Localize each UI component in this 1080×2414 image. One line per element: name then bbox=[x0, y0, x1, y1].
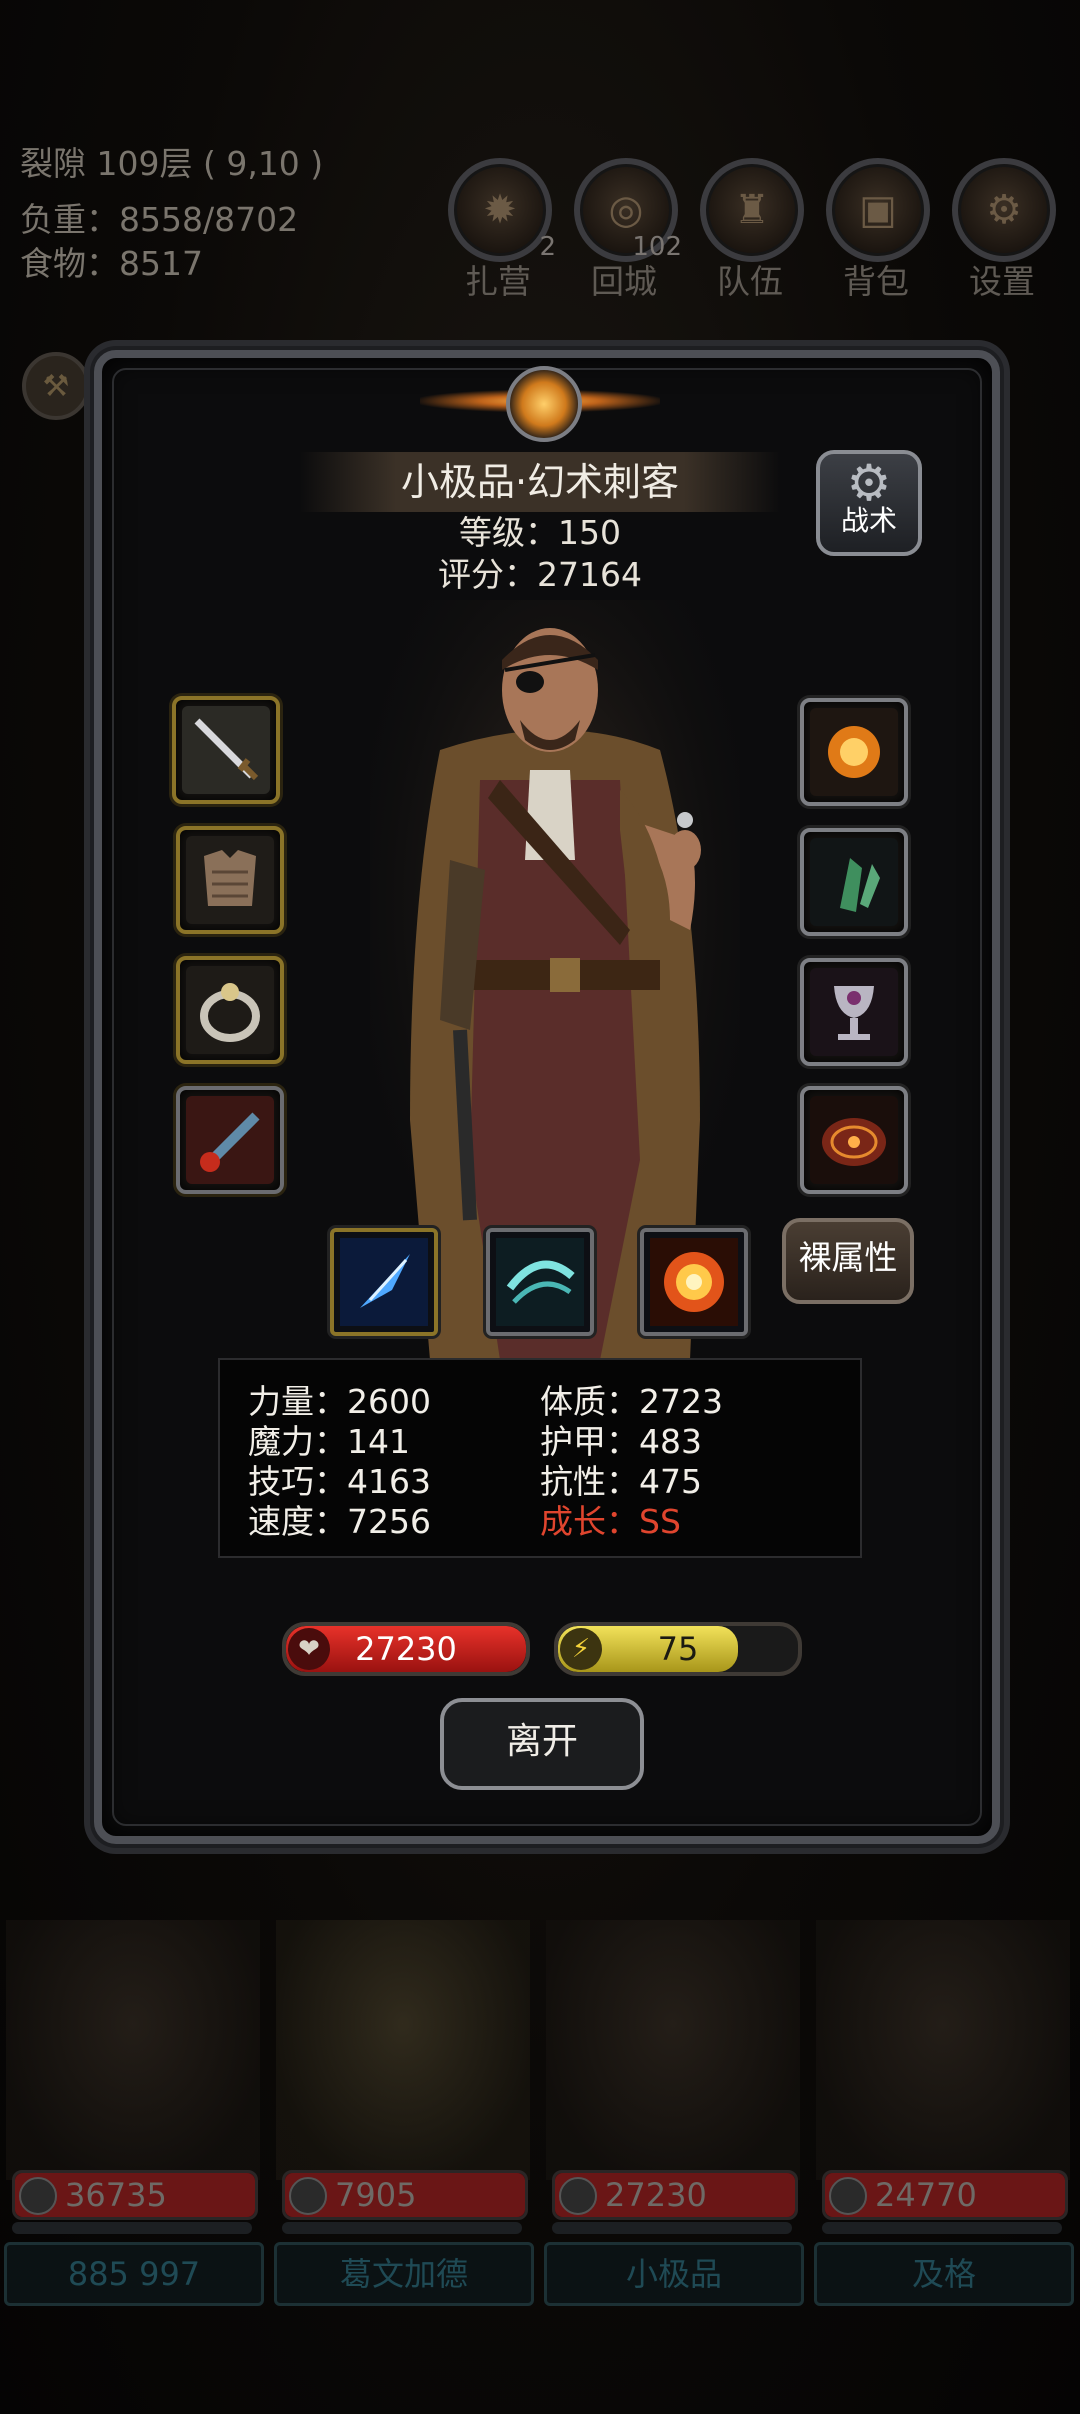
member-portrait bbox=[276, 1920, 530, 2180]
party-roster: 36735 885 997 7905 葛文加德 27230 小极品 24770 … bbox=[0, 1920, 1080, 2320]
armor-icon bbox=[186, 836, 274, 924]
settings-button[interactable]: ⚙ 设置 bbox=[952, 158, 1056, 302]
base-attributes-button[interactable]: 裸属性 bbox=[782, 1218, 914, 1304]
member-portrait bbox=[6, 1920, 260, 2180]
hp-bar: ❤ 27230 bbox=[282, 1622, 530, 1676]
hero-title: 小极品·幻术刺客 bbox=[300, 452, 780, 512]
sword-badge-icon bbox=[559, 2177, 597, 2215]
member-portrait bbox=[816, 1920, 1070, 2180]
backpack-button[interactable]: ▣ 背包 bbox=[826, 158, 930, 302]
sword-icon bbox=[182, 706, 270, 794]
member-hp-bar: 36735 bbox=[12, 2170, 258, 2220]
skill-slot-3[interactable] bbox=[640, 1228, 748, 1336]
camp-button[interactable]: ✹ 2 扎营 bbox=[448, 158, 556, 302]
member-hp-value: 27230 bbox=[605, 2176, 707, 2214]
member-hp-bar: 27230 bbox=[552, 2170, 798, 2220]
settings-label: 设置 bbox=[969, 262, 1035, 301]
skill-slot-2[interactable] bbox=[486, 1228, 594, 1336]
skill-slot-1[interactable] bbox=[330, 1228, 438, 1336]
stat-armor: 护甲：483 bbox=[540, 1422, 702, 1461]
stat-resistance: 抗性：475 bbox=[540, 1462, 702, 1501]
backpack-icon: ▣ bbox=[859, 187, 897, 233]
party-member-card[interactable]: 36735 885 997 bbox=[2, 1920, 264, 2310]
member-exp-bar bbox=[552, 2222, 792, 2234]
crystal-icon bbox=[810, 838, 898, 926]
sword-badge-icon bbox=[19, 2177, 57, 2215]
member-exp-bar bbox=[822, 2222, 1062, 2234]
energy-bar: ⚡ 75 bbox=[554, 1622, 802, 1676]
member-exp-bar bbox=[282, 2222, 522, 2234]
equip-slot-armor[interactable] bbox=[176, 826, 284, 934]
member-hp-value: 7905 bbox=[335, 2176, 417, 2214]
fire-orb-icon bbox=[810, 708, 898, 796]
equip-slot-trinket[interactable] bbox=[176, 1086, 284, 1194]
top-menu: ✹ 2 扎营 ◎ 102 回城 ♜ 队伍 ▣ 背包 ⚙ 设置 bbox=[448, 158, 1068, 301]
equip-slot-accessory-4[interactable] bbox=[800, 1086, 908, 1194]
member-name: 葛文加德 bbox=[274, 2242, 534, 2306]
hammer-icon[interactable]: ⚒ bbox=[22, 352, 90, 420]
stat-strength: 力量：2600 bbox=[248, 1382, 431, 1421]
stat-skill: 技巧：4163 bbox=[248, 1462, 431, 1501]
member-hp-bar: 7905 bbox=[282, 2170, 528, 2220]
ice-shard-skill-icon bbox=[340, 1238, 428, 1326]
chalice-icon bbox=[810, 968, 898, 1056]
member-name: 及格 bbox=[814, 2242, 1074, 2306]
wand-icon bbox=[186, 1096, 274, 1184]
lightning-icon: ⚡ bbox=[560, 1628, 602, 1670]
member-name: 小极品 bbox=[544, 2242, 804, 2306]
hero-level: 等级：150 bbox=[459, 513, 621, 552]
backpack-label: 背包 bbox=[843, 262, 909, 301]
member-hp-value: 24770 bbox=[875, 2176, 977, 2214]
stat-speed: 速度：7256 bbox=[248, 1502, 431, 1541]
panel-crest bbox=[420, 362, 660, 442]
member-hp-bar: 24770 bbox=[822, 2170, 1068, 2220]
ring-icon bbox=[186, 966, 274, 1054]
stat-magic: 魔力：141 bbox=[248, 1422, 410, 1461]
tactics-label: 战术 bbox=[840, 504, 897, 537]
sword-badge-icon bbox=[829, 2177, 867, 2215]
rift-status: 裂隙 109层 ( 9,10 ) bbox=[20, 142, 323, 186]
sword-badge-icon bbox=[289, 2177, 327, 2215]
leave-button[interactable]: 离开 bbox=[440, 1698, 644, 1790]
explosion-skill-icon bbox=[650, 1238, 738, 1326]
rune-disc-icon bbox=[810, 1096, 898, 1184]
member-name: 885 997 bbox=[4, 2242, 264, 2306]
equip-slot-weapon[interactable] bbox=[172, 696, 280, 804]
rift-floor-text: 裂隙 109层 ( 9,10 ) bbox=[20, 144, 324, 183]
party-member-card[interactable]: 27230 小极品 bbox=[542, 1920, 804, 2310]
equip-slot-ring[interactable] bbox=[176, 956, 284, 1064]
team-icon: ♜ bbox=[734, 187, 770, 233]
food-text: 食物：8517 bbox=[20, 244, 203, 283]
camp-badge: 2 bbox=[539, 232, 556, 262]
wind-slash-skill-icon bbox=[496, 1238, 584, 1326]
party-member-card[interactable]: 24770 及格 bbox=[812, 1920, 1074, 2310]
sun-medallion-icon bbox=[506, 366, 582, 442]
heart-icon: ❤ bbox=[288, 1628, 330, 1670]
resource-status: 负重：8558/8702 食物：8517 bbox=[20, 198, 298, 286]
camp-label: 扎营 bbox=[465, 262, 531, 301]
stat-constitution: 体质：2723 bbox=[540, 1382, 723, 1421]
member-portrait bbox=[546, 1920, 800, 2180]
equip-slot-accessory-1[interactable] bbox=[800, 698, 908, 806]
hero-score: 评分：27164 bbox=[438, 555, 642, 594]
gear-icon: ⚙ bbox=[986, 187, 1022, 233]
stat-growth: 成长：SS bbox=[540, 1502, 681, 1541]
load-text: 负重：8558/8702 bbox=[20, 200, 299, 239]
member-exp-bar bbox=[12, 2222, 252, 2234]
campfire-icon: ✹ bbox=[483, 187, 517, 233]
tactics-button[interactable]: ⚙ 战术 bbox=[816, 450, 922, 556]
equip-slot-accessory-3[interactable] bbox=[800, 958, 908, 1066]
return-town-button[interactable]: ◎ 102 回城 bbox=[574, 158, 682, 302]
team-button[interactable]: ♜ 队伍 bbox=[700, 158, 804, 302]
equip-slot-accessory-2[interactable] bbox=[800, 828, 908, 936]
member-hp-value: 36735 bbox=[65, 2176, 167, 2214]
party-member-card[interactable]: 7905 葛文加德 bbox=[272, 1920, 534, 2310]
return-badge: 102 bbox=[632, 232, 682, 262]
return-label: 回城 bbox=[591, 262, 657, 301]
team-label: 队伍 bbox=[717, 262, 783, 301]
